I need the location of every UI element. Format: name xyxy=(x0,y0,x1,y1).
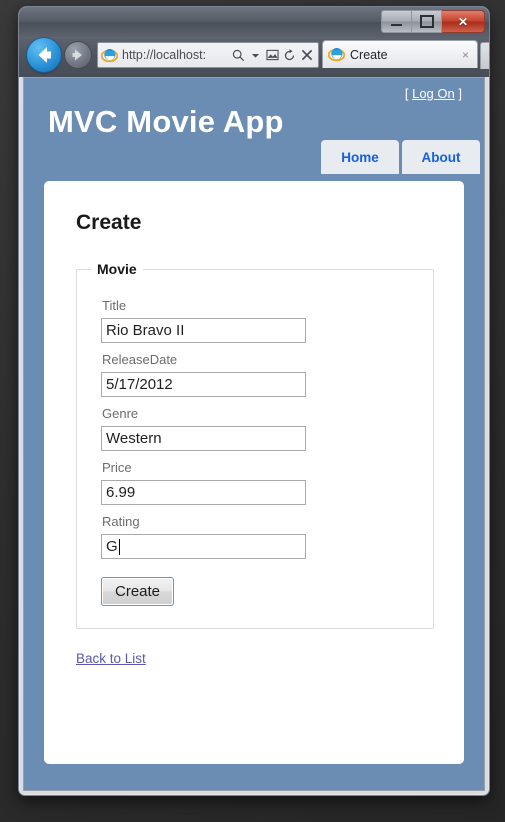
content-card: Create Movie Title Rio Bravo II ReleaseD… xyxy=(44,181,464,764)
back-button[interactable] xyxy=(27,38,61,72)
logon-close-bracket: ] xyxy=(458,86,462,101)
fieldset-legend: Movie xyxy=(97,261,137,277)
logon-section: [ Log On ] xyxy=(405,86,462,101)
window-controls: ✕ xyxy=(381,10,485,33)
address-bar[interactable]: http://localhost: xyxy=(97,42,319,68)
main-navigation: Home About xyxy=(321,140,480,174)
close-icon: ✕ xyxy=(457,14,469,29)
content-inner: Create Movie Title Rio Bravo II ReleaseD… xyxy=(44,181,464,666)
maximize-icon xyxy=(419,15,434,28)
page-title: Create xyxy=(76,211,142,234)
input-rating-value: G xyxy=(106,538,118,555)
nav-item-home[interactable]: Home xyxy=(321,140,399,174)
page-viewport: [ Log On ] MVC Movie App Home About Crea… xyxy=(23,77,485,791)
label-rating: Rating xyxy=(102,514,140,529)
text-cursor-caret xyxy=(118,538,120,555)
site-title: MVC Movie App xyxy=(48,104,284,139)
tab-favicon-internet-explorer-icon xyxy=(327,46,346,63)
input-genre-value: Western xyxy=(106,430,162,447)
forward-button[interactable] xyxy=(65,42,91,68)
back-to-list-link[interactable]: Back to List xyxy=(76,651,434,666)
search-icon[interactable] xyxy=(230,45,247,65)
label-genre: Genre xyxy=(102,406,139,421)
minimize-button[interactable] xyxy=(381,10,412,33)
chevron-down-icon[interactable] xyxy=(247,45,264,65)
nav-item-about[interactable]: About xyxy=(402,140,480,174)
minimize-icon xyxy=(391,24,402,26)
input-rating[interactable]: G xyxy=(101,534,306,559)
close-button[interactable]: ✕ xyxy=(442,10,485,33)
refresh-icon[interactable] xyxy=(281,45,298,65)
tab-title: Create xyxy=(350,47,388,62)
input-releasedate-value: 5/17/2012 xyxy=(106,376,173,393)
input-genre[interactable]: Western xyxy=(101,426,306,451)
forward-arrow-icon xyxy=(72,49,82,61)
window-title-bar[interactable]: ✕ xyxy=(19,7,489,37)
tab-close-icon[interactable]: × xyxy=(459,48,472,62)
label-releasedate: ReleaseDate xyxy=(102,352,178,367)
back-arrow-icon xyxy=(38,47,51,63)
new-tab-button[interactable] xyxy=(480,42,489,69)
desktop-backdrop: ✕ http://localhost: Create × [Log On] … xyxy=(0,0,505,822)
field-genre: Genre Western xyxy=(77,406,433,451)
url-text: http://localhost: xyxy=(122,48,207,62)
movie-fieldset: Movie Title Rio Bravo II ReleaseDate 5/1… xyxy=(76,261,434,629)
input-title[interactable]: Rio Bravo II xyxy=(101,318,306,343)
field-title: Title Rio Bravo II xyxy=(77,298,433,343)
compatibility-view-icon[interactable] xyxy=(264,45,281,65)
logon-open-bracket: [ xyxy=(404,86,409,101)
site-header: [ Log On ] MVC Movie App Home About xyxy=(24,78,484,181)
tab-create[interactable]: Create × xyxy=(322,40,478,68)
field-releasedate: ReleaseDate 5/17/2012 xyxy=(77,352,433,397)
logon-link[interactable]: Log On xyxy=(412,86,455,101)
browser-window: ✕ http://localhost: Create × [Log On] … xyxy=(18,6,490,796)
input-price-value: 6.99 xyxy=(106,484,136,501)
create-submit-button[interactable]: Create xyxy=(101,577,175,606)
stop-icon[interactable] xyxy=(298,45,315,65)
input-releasedate[interactable]: 5/17/2012 xyxy=(101,372,306,397)
field-price: Price 6.99 xyxy=(77,460,433,505)
input-price[interactable]: 6.99 xyxy=(101,480,306,505)
web-page: [ Log On ] MVC Movie App Home About Crea… xyxy=(24,78,484,790)
field-rating: Rating G xyxy=(77,514,433,559)
input-title-value: Rio Bravo II xyxy=(106,322,185,339)
tab-strip: Create × xyxy=(322,40,489,77)
internet-explorer-icon xyxy=(100,47,119,64)
label-price: Price xyxy=(102,460,132,475)
maximize-button[interactable] xyxy=(412,10,442,33)
label-title: Title xyxy=(102,298,127,313)
